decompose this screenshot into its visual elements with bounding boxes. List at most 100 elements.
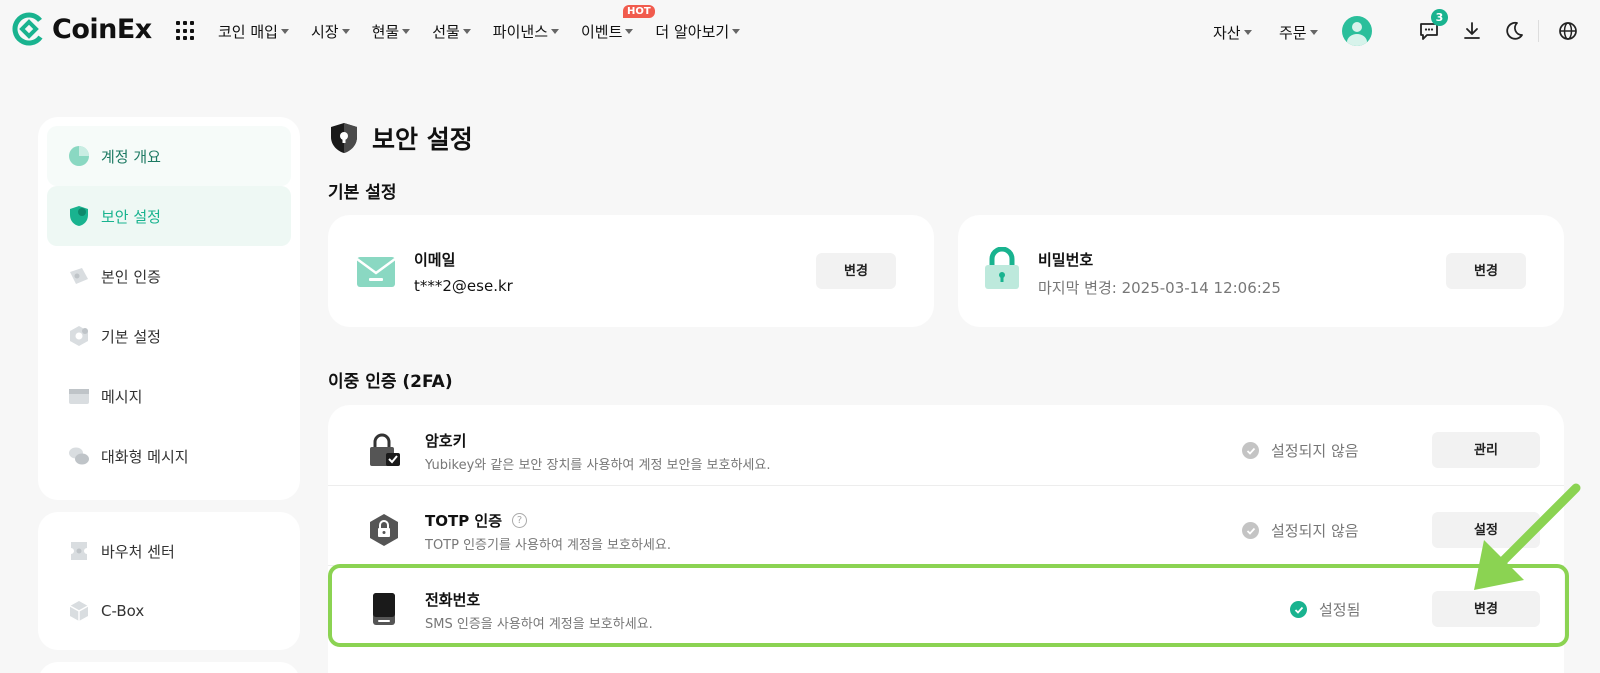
sidebar-item-preferences[interactable]: 기본 설정 (47, 306, 291, 366)
passkey-title: 암호키 (425, 430, 466, 451)
check-circle-icon (1290, 601, 1307, 618)
sidebar-item-label: 본인 인증 (101, 267, 161, 286)
coinex-logo-icon (12, 12, 46, 46)
chevron-down-icon (625, 28, 634, 34)
sidebar-item-label: C-Box (101, 602, 145, 620)
chevron-down-icon (551, 28, 559, 34)
box-icon (69, 601, 89, 621)
password-title: 비밀번호 (1038, 251, 1094, 269)
phone-row: 전화번호 SMS 인증을 사용하여 계정을 보호하세요. 설정됨 변경 (328, 569, 1564, 649)
email-value: t***2@ese.kr (414, 277, 513, 295)
nav-spot[interactable]: 현물 (372, 21, 411, 42)
shield-icon (70, 206, 88, 226)
avatar[interactable] (1342, 16, 1372, 46)
sidebar-item-chat[interactable]: 대화형 메시지 (47, 426, 291, 486)
sidebar-item-label: 기본 설정 (101, 327, 161, 346)
chat-bubbles-icon (69, 447, 89, 465)
sidebar-item-label: 메시지 (101, 387, 143, 406)
passkey-row: 암호키 Yubikey와 같은 보안 장치를 사용하여 계정 보안을 보호하세요… (328, 410, 1564, 490)
sidebar-item-voucher-center[interactable]: 바우처 센터 (47, 521, 291, 581)
moon-icon (1506, 21, 1523, 40)
nav-assets-label: 자산 (1213, 24, 1241, 42)
nav-label: 선물 (432, 22, 460, 41)
phone-status: 설정됨 (1290, 599, 1360, 620)
sidebar-item-cbox[interactable]: C-Box (47, 581, 291, 641)
totp-title: TOTP 인증? (425, 510, 528, 531)
change-phone-button[interactable]: 변경 (1432, 591, 1540, 627)
change-password-button[interactable]: 변경 (1446, 253, 1526, 289)
envelope-icon (356, 257, 396, 287)
chevron-down-icon (280, 28, 289, 34)
messages-button[interactable]: 3 (1418, 9, 1448, 44)
phone-icon (373, 593, 395, 625)
sidebar-item-label: 보안 설정 (101, 207, 161, 226)
chevron-down-icon (462, 28, 471, 34)
row-divider (328, 485, 1564, 486)
totp-hexagon-lock-icon (370, 514, 398, 546)
top-header: CoinEx 코인 매입 시장 현물 선물 파이낸스 이벤트 HOT 더 알아보기… (0, 0, 1600, 62)
security-shield-icon (331, 123, 357, 153)
sidebar-more-menu (38, 662, 300, 673)
nav-buy-crypto[interactable]: 코인 매입 (218, 21, 289, 42)
language-button[interactable] (1557, 18, 1583, 44)
phone-status-text: 설정됨 (1319, 601, 1361, 619)
two-factor-card: 암호키 Yubikey와 같은 보안 장치를 사용하여 계정 보안을 보호하세요… (328, 405, 1564, 673)
nav-markets[interactable]: 시장 (311, 21, 350, 42)
sidebar-item-label: 대화형 메시지 (101, 447, 189, 466)
settings-icon (70, 326, 88, 346)
sidebar-item-label: 계정 개요 (101, 147, 161, 166)
totp-status: 설정되지 않음 (1242, 520, 1359, 541)
password-last-changed: 마지막 변경: 2025-03-14 12:06:25 (1038, 279, 1281, 297)
voucher-icon (71, 542, 87, 560)
nav-futures[interactable]: 선물 (432, 21, 471, 42)
nav-assets[interactable]: 자산 (1213, 22, 1252, 43)
nav-finance[interactable]: 파이낸스 (493, 21, 559, 42)
chevron-down-icon (1309, 30, 1318, 35)
nav-label: 코인 매입 (218, 22, 278, 41)
theme-toggle-button[interactable] (1503, 18, 1529, 44)
manage-passkey-button[interactable]: 관리 (1432, 432, 1540, 468)
two-factor-heading: 이중 인증 (2FA) (328, 372, 453, 392)
nav-learn-more[interactable]: 더 알아보기 (655, 21, 741, 42)
nav-orders[interactable]: 주문 (1279, 22, 1318, 43)
nav-label: 시장 (310, 22, 339, 41)
pie-chart-icon (69, 146, 89, 166)
setup-totp-button[interactable]: 설정 (1432, 512, 1540, 548)
passkey-title-text: 암호키 (425, 432, 467, 450)
check-circle-icon (1242, 442, 1259, 459)
totp-status-text: 설정되지 않음 (1271, 522, 1359, 540)
change-email-button[interactable]: 변경 (816, 253, 896, 289)
check-circle-icon (1242, 522, 1259, 539)
phone-title: 전화번호 (425, 589, 480, 610)
sidebar-item-account-overview[interactable]: 계정 개요 (47, 126, 291, 186)
hot-badge: HOT (623, 4, 655, 18)
mail-icon (69, 389, 89, 404)
sidebar-account-menu: 계정 개요 보안 설정 본인 인증 기본 설정 메시지 대화형 메시지 (38, 117, 300, 500)
brand-name: CoinEx (52, 13, 152, 45)
message-count-badge: 3 (1431, 9, 1448, 26)
globe-icon (1559, 22, 1577, 40)
page-header: 보안 설정 (328, 120, 473, 156)
help-icon[interactable]: ? (512, 513, 528, 528)
row-divider (328, 565, 1564, 566)
email-card: 이메일 t***2@ese.kr 변경 (328, 215, 934, 327)
chevron-down-icon (732, 28, 741, 34)
sidebar-item-identity[interactable]: 본인 인증 (47, 246, 291, 306)
sidebar-item-messages[interactable]: 메시지 (47, 366, 291, 426)
nav-label: 이벤트 (581, 22, 623, 41)
sidebar-item-security[interactable]: 보안 설정 (47, 186, 291, 246)
sidebar-item-label: 바우처 센터 (101, 542, 175, 561)
nav-label: 더 알아보기 (655, 22, 730, 41)
apps-grid-icon[interactable] (176, 21, 196, 41)
download-button[interactable] (1461, 18, 1487, 44)
sidebar-rewards-menu: 바우처 센터 C-Box (38, 512, 300, 650)
coinex-logo[interactable]: CoinEx (12, 12, 152, 46)
header-divider (1538, 20, 1539, 42)
nav-events[interactable]: 이벤트 HOT (581, 4, 655, 42)
id-card-icon (70, 268, 88, 284)
lock-icon (985, 247, 1019, 289)
phone-title-text: 전화번호 (425, 591, 481, 609)
basic-settings-heading: 기본 설정 (328, 183, 397, 203)
totp-title-text: TOTP 인증 (425, 512, 503, 530)
nav-orders-label: 주문 (1279, 24, 1307, 42)
